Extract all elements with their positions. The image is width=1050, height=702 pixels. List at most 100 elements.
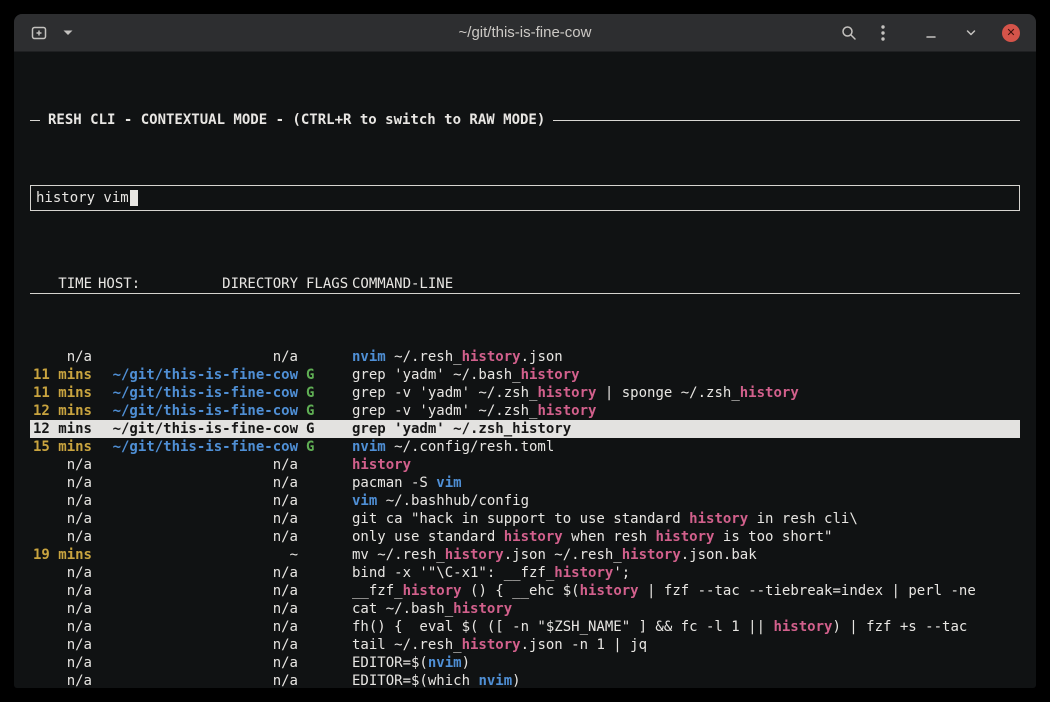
search-button[interactable] [836,20,862,46]
command-segment: nvim [478,673,512,688]
column-host-directory: HOST: DIRECTORY [98,275,298,293]
history-row[interactable]: n/an/atail ~/.resh_history.json -n 1 | j… [30,636,1020,654]
command-segment: cat ~/.bash_ [352,601,453,617]
command-segment: fh() { eval $( ([ -n "$ZSH_NAME" ] && fc… [352,619,773,635]
row-directory: n/a [98,582,298,600]
history-row[interactable]: n/an/avim ~/.bashhub/config [30,492,1020,510]
row-flags [304,600,352,618]
command-segment: () { __ehc $( [462,583,580,599]
history-row-selected[interactable]: 12 mins~/git/this-is-fine-cowGgrep 'yadm… [30,420,1020,438]
title-rule-right [553,120,1020,121]
history-row[interactable]: n/an/agit ca "hack in support to use sta… [30,510,1020,528]
row-flags: G [304,366,352,384]
row-time: 11 mins [30,384,92,402]
history-row[interactable]: 12 mins ~/git/this-is-fine-cow Ggrep -v 'y… [30,402,1020,420]
command-segment: .json.bak [681,547,757,563]
command-segment: ) [512,673,520,688]
command-segment: EDITOR=$( [352,655,428,671]
row-directory: ~/git/this-is-fine-cow [98,402,298,420]
row-flags [304,636,352,654]
row-flags: G [304,402,352,420]
row-flags [304,672,352,688]
history-row[interactable]: n/an/ahistory [30,456,1020,474]
command-segment: nvim [352,349,386,365]
history-row[interactable]: n/an/abind -x '"\C-x1": __fzf_history'; [30,564,1020,582]
row-command: vim ~/.bashhub/config [352,492,1020,510]
history-row[interactable]: 11 mins~/git/this-is-fine-cowGgrep 'yadm… [30,366,1020,384]
tabs-dropdown-button[interactable] [60,20,76,46]
command-segment: history [622,547,681,563]
row-directory: ~/git/this-is-fine-cow [98,438,298,456]
row-directory: n/a [98,636,298,654]
row-directory: ~/git/this-is-fine-cow [98,366,298,384]
command-segment: grep -v 'yadm' ~/.zsh_ [352,385,537,401]
row-time: n/a [30,348,92,366]
command-segment: grep 'yadm' ~/.zsh_history [352,421,571,437]
row-directory: n/a [98,618,298,636]
command-segment: grep -v 'yadm' ~/.zsh_ [352,403,537,419]
history-row[interactable]: n/an/aEDITOR=$(which nvim) [30,672,1020,688]
command-segment: tail ~/.resh_ [352,637,462,653]
menu-button[interactable] [870,20,896,46]
new-tab-button[interactable] [26,20,52,46]
command-segment: history [504,529,563,545]
column-directory: DIRECTORY [222,275,298,293]
minimize-button[interactable] [918,20,944,46]
command-segment: __fzf_ [352,583,403,599]
row-directory: n/a [98,564,298,582]
row-directory: n/a [98,600,298,618]
command-segment: .json [521,349,563,365]
terminal-window: ~/git/this-is-fine-cow [14,14,1036,688]
command-segment: ~/.config/resh.toml [386,439,555,455]
row-directory: n/a [98,492,298,510]
row-command: fh() { eval $( ([ -n "$ZSH_NAME" ] && fc… [352,618,1020,636]
command-segment: history [537,385,596,401]
close-icon: ✕ [1002,24,1020,42]
search-input[interactable]: history vim [30,185,1020,211]
history-row[interactable]: n/an/aonly use standard history when res… [30,528,1020,546]
row-time: n/a [30,654,92,672]
history-row[interactable]: 11 mins ~/git/this-is-fine-cow Ggrep -v 'y… [30,384,1020,402]
row-command: mv ~/.resh_history.json ~/.resh_history.… [352,546,1020,564]
command-segment: history [740,385,799,401]
row-command: history [352,456,1020,474]
new-tab-icon [31,24,47,41]
row-flags: G [304,384,352,402]
row-command: EDITOR=$(nvim) [352,654,1020,672]
command-segment: only use standard [352,529,504,545]
row-time: n/a [30,528,92,546]
command-segment: pacman -S [352,475,436,491]
close-button[interactable]: ✕ [998,20,1024,46]
history-row[interactable]: n/an/anvim ~/.resh_history.json [30,348,1020,366]
window-titlebar: ~/git/this-is-fine-cow [14,14,1036,52]
text-cursor [130,190,138,206]
row-directory: ~/git/this-is-fine-cow [98,420,298,438]
resh-mode-header: RESH CLI - CONTEXTUAL MODE - (CTRL+R to … [30,111,1020,129]
history-row[interactable]: n/an/acat ~/.bash_history [30,600,1020,618]
history-row[interactable]: n/an/a__fzf_history () { __ehc $(history… [30,582,1020,600]
history-row[interactable]: n/an/apacman -S vim [30,474,1020,492]
row-time: 12 mins [30,402,92,420]
command-segment: history [403,583,462,599]
column-host: HOST: [98,275,140,293]
command-segment: vim [436,475,461,491]
history-row[interactable]: n/an/afh() { eval $( ([ -n "$ZSH_NAME" ]… [30,618,1020,636]
history-row[interactable]: 15 mins~/git/this-is-fine-cowGnvim ~/.co… [30,438,1020,456]
title-rule-left [30,120,40,121]
command-segment: ) | fzf +s --tac [832,619,967,635]
row-directory: ~/git/this-is-fine-cow [98,384,298,402]
search-query-text: history vim [36,189,129,207]
command-segment: .json ~/.resh_ [504,547,622,563]
command-segment: | fzf --tac --tiebreak=index | perl -ne [639,583,976,599]
command-segment: history [773,619,832,635]
restore-button[interactable] [958,20,984,46]
minimize-icon [924,26,938,40]
row-command: bind -x '"\C-x1": __fzf_history'; [352,564,1020,582]
command-segment: nvim [352,439,386,455]
row-time: 11 mins [30,366,92,384]
command-segment: ~/.bashhub/config [377,493,529,509]
row-command: nvim ~/.config/resh.toml [352,438,1020,456]
history-row[interactable]: 19 mins~mv ~/.resh_history.json ~/.resh_… [30,546,1020,564]
row-flags [304,492,352,510]
history-row[interactable]: n/an/aEDITOR=$(nvim) [30,654,1020,672]
